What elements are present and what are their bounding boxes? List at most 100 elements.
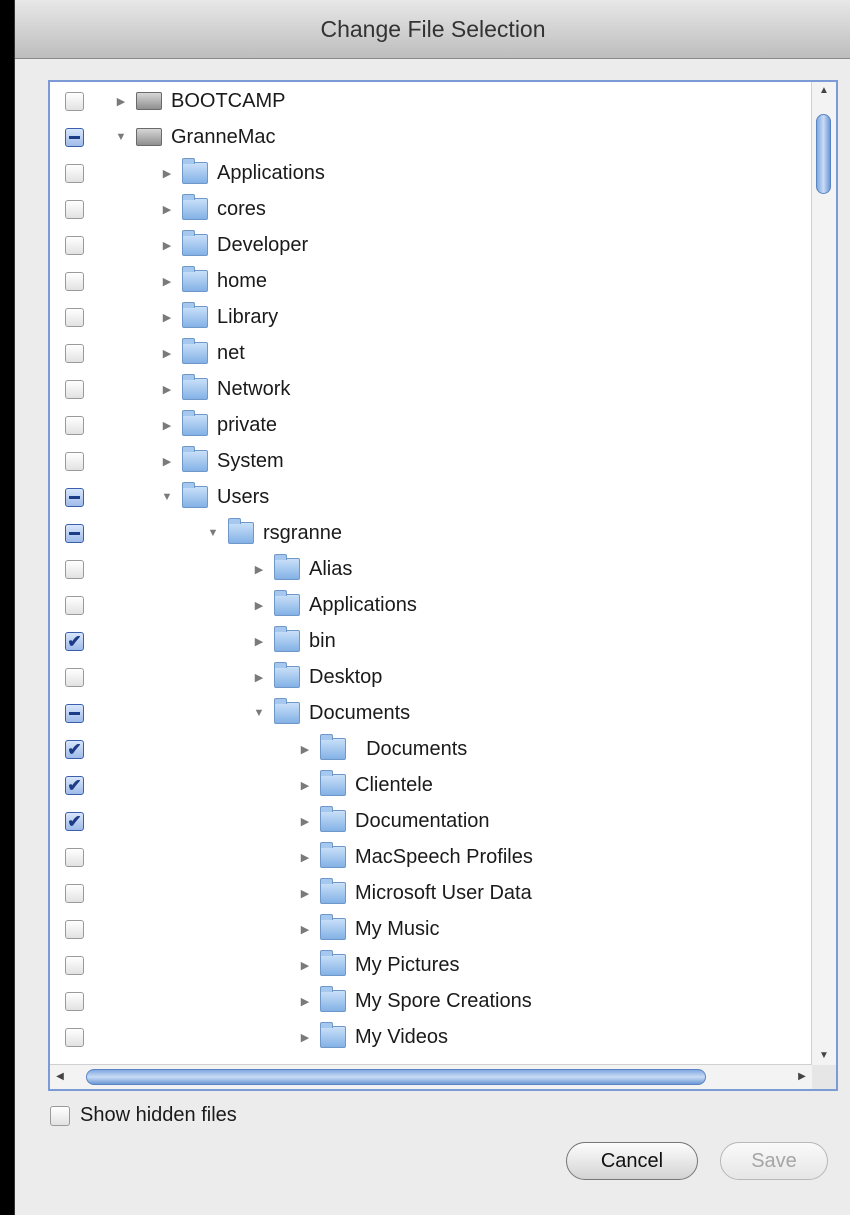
tree-row-checkbox[interactable] (65, 343, 84, 363)
cancel-button[interactable]: Cancel (566, 1142, 698, 1180)
tree-row-checkbox[interactable] (65, 955, 84, 975)
disclosure-collapsed-icon[interactable]: ▶ (156, 455, 178, 468)
tree-row[interactable]: ▶ private (50, 407, 812, 443)
tree-row[interactable]: ▼ Documents (50, 695, 812, 731)
vertical-scroll-thumb[interactable] (816, 114, 831, 194)
tree-row-checkbox[interactable] (65, 631, 84, 651)
tree-row[interactable]: ▶ Microsoft User Data (50, 875, 812, 911)
tree-row-checkbox[interactable] (65, 307, 84, 327)
tree-row[interactable]: ▶ System (50, 443, 812, 479)
tree-row[interactable]: ▶ My Music (50, 911, 812, 947)
disclosure-collapsed-icon[interactable]: ▶ (156, 275, 178, 288)
tree-row[interactable]: ▶ Library (50, 299, 812, 335)
save-button[interactable]: Save (720, 1142, 828, 1180)
tree-row[interactable]: ▶ My Spore Creations (50, 983, 812, 1019)
tree-row-checkbox[interactable] (65, 199, 84, 219)
disclosure-collapsed-icon[interactable]: ▶ (156, 311, 178, 324)
tree-row-checkbox[interactable] (65, 775, 84, 795)
tree-row-checkbox[interactable] (65, 415, 84, 435)
tree-row-checkbox[interactable] (65, 451, 84, 471)
tree-node: ▶ Applications (156, 155, 325, 191)
show-hidden-files-checkbox[interactable] (50, 1105, 70, 1126)
disclosure-collapsed-icon[interactable]: ▶ (294, 1031, 316, 1044)
tree-row-checkbox[interactable] (65, 379, 84, 399)
tree-row[interactable]: ▶ My Pictures (50, 947, 812, 983)
disclosure-expanded-icon[interactable]: ▼ (156, 491, 178, 503)
tree-row[interactable]: ▶ MacSpeech Profiles (50, 839, 812, 875)
vertical-scrollbar[interactable]: ▲ ▼ (811, 82, 836, 1065)
tree-row-checkbox[interactable] (65, 703, 84, 723)
tree-row-checkbox[interactable] (65, 559, 84, 579)
tree-row[interactable]: ▶ Applications (50, 587, 812, 623)
horizontal-scroll-thumb[interactable] (86, 1069, 706, 1085)
tree-row[interactable]: ▶ bin (50, 623, 812, 659)
tree-row-checkbox[interactable] (65, 487, 84, 507)
disclosure-collapsed-icon[interactable]: ▶ (248, 599, 270, 612)
disclosure-collapsed-icon[interactable]: ▶ (294, 923, 316, 936)
disclosure-expanded-icon[interactable]: ▼ (202, 527, 224, 539)
tree-row[interactable]: ▶ cores (50, 191, 812, 227)
tree-row[interactable]: ▶ Network (50, 371, 812, 407)
tree-row-checkbox[interactable] (65, 595, 84, 615)
tree-row[interactable]: ▼ rsgranne (50, 515, 812, 551)
tree-row[interactable]: ▶ home (50, 263, 812, 299)
tree-row[interactable]: ▼ GranneMac (50, 119, 812, 155)
disclosure-collapsed-icon[interactable]: ▶ (156, 203, 178, 216)
disclosure-collapsed-icon[interactable]: ▶ (294, 959, 316, 972)
disclosure-collapsed-icon[interactable]: ▶ (156, 419, 178, 432)
disclosure-collapsed-icon[interactable]: ▶ (294, 815, 316, 828)
tree-row-checkbox[interactable] (65, 991, 84, 1011)
tree-row[interactable]: ▶ BOOTCAMP (50, 83, 812, 119)
tree-row-checkbox[interactable] (65, 739, 84, 759)
scroll-up-arrow-icon[interactable]: ▲ (812, 82, 836, 100)
scroll-right-arrow-icon[interactable]: ▶ (792, 1065, 812, 1089)
disclosure-collapsed-icon[interactable]: ▶ (294, 887, 316, 900)
disclosure-collapsed-icon[interactable]: ▶ (294, 743, 316, 756)
tree-row-checkbox[interactable] (65, 271, 84, 291)
disclosure-collapsed-icon[interactable]: ▶ (294, 851, 316, 864)
scroll-left-arrow-icon[interactable]: ◀ (50, 1065, 70, 1089)
tree-row-checkbox[interactable] (65, 127, 84, 147)
tree-row-checkbox[interactable] (65, 667, 84, 687)
disclosure-collapsed-icon[interactable]: ▶ (156, 347, 178, 360)
tree-row[interactable]: ▶ net (50, 335, 812, 371)
tree-row-checkbox[interactable] (65, 523, 84, 543)
tree-row[interactable]: ▼ Users (50, 479, 812, 515)
tree-row-label: Clientele (355, 773, 433, 796)
disclosure-expanded-icon[interactable]: ▼ (248, 707, 270, 719)
disclosure-collapsed-icon[interactable]: ▶ (248, 635, 270, 648)
tree-node: ▶ Network (156, 371, 290, 407)
disclosure-collapsed-icon[interactable]: ▶ (156, 239, 178, 252)
tree-row-checkbox[interactable] (65, 235, 84, 255)
disclosure-collapsed-icon[interactable]: ▶ (156, 167, 178, 180)
tree-row[interactable]: ▶ Documents (50, 731, 812, 767)
tree-row[interactable]: ▶ My Videos (50, 1019, 812, 1055)
tree-row[interactable]: ▶ Developer (50, 227, 812, 263)
disclosure-collapsed-icon[interactable]: ▶ (248, 563, 270, 576)
tree-row[interactable]: ▶ Alias (50, 551, 812, 587)
disclosure-collapsed-icon[interactable]: ▶ (294, 779, 316, 792)
tree-row-label: Applications (217, 161, 325, 184)
tree-row-checkbox[interactable] (65, 1027, 84, 1047)
tree-row-checkbox[interactable] (65, 91, 84, 111)
disclosure-expanded-icon[interactable]: ▼ (110, 131, 132, 143)
tree-row[interactable]: ▶ Applications (50, 155, 812, 191)
tree-row-checkbox[interactable] (65, 163, 84, 183)
disclosure-collapsed-icon[interactable]: ▶ (110, 95, 132, 108)
show-hidden-files-option[interactable]: Show hidden files (50, 1104, 237, 1127)
tree-row[interactable]: ▶ Clientele (50, 767, 812, 803)
disclosure-collapsed-icon[interactable]: ▶ (294, 995, 316, 1008)
tree-row-checkbox[interactable] (65, 847, 84, 867)
scroll-down-arrow-icon[interactable]: ▼ (812, 1047, 836, 1065)
disclosure-collapsed-icon[interactable]: ▶ (248, 671, 270, 684)
tree-row-checkbox[interactable] (65, 883, 84, 903)
title-bar[interactable]: Change File Selection (15, 0, 850, 59)
folder-icon (182, 266, 208, 292)
tree-row[interactable]: ▶ Desktop (50, 659, 812, 695)
disclosure-collapsed-icon[interactable]: ▶ (156, 383, 178, 396)
tree-row-checkbox[interactable] (65, 919, 84, 939)
tree-row[interactable]: ▶ Documentation (50, 803, 812, 839)
folder-icon (320, 842, 346, 868)
horizontal-scrollbar[interactable]: ◀ ▶ (50, 1064, 812, 1089)
tree-row-checkbox[interactable] (65, 811, 84, 831)
